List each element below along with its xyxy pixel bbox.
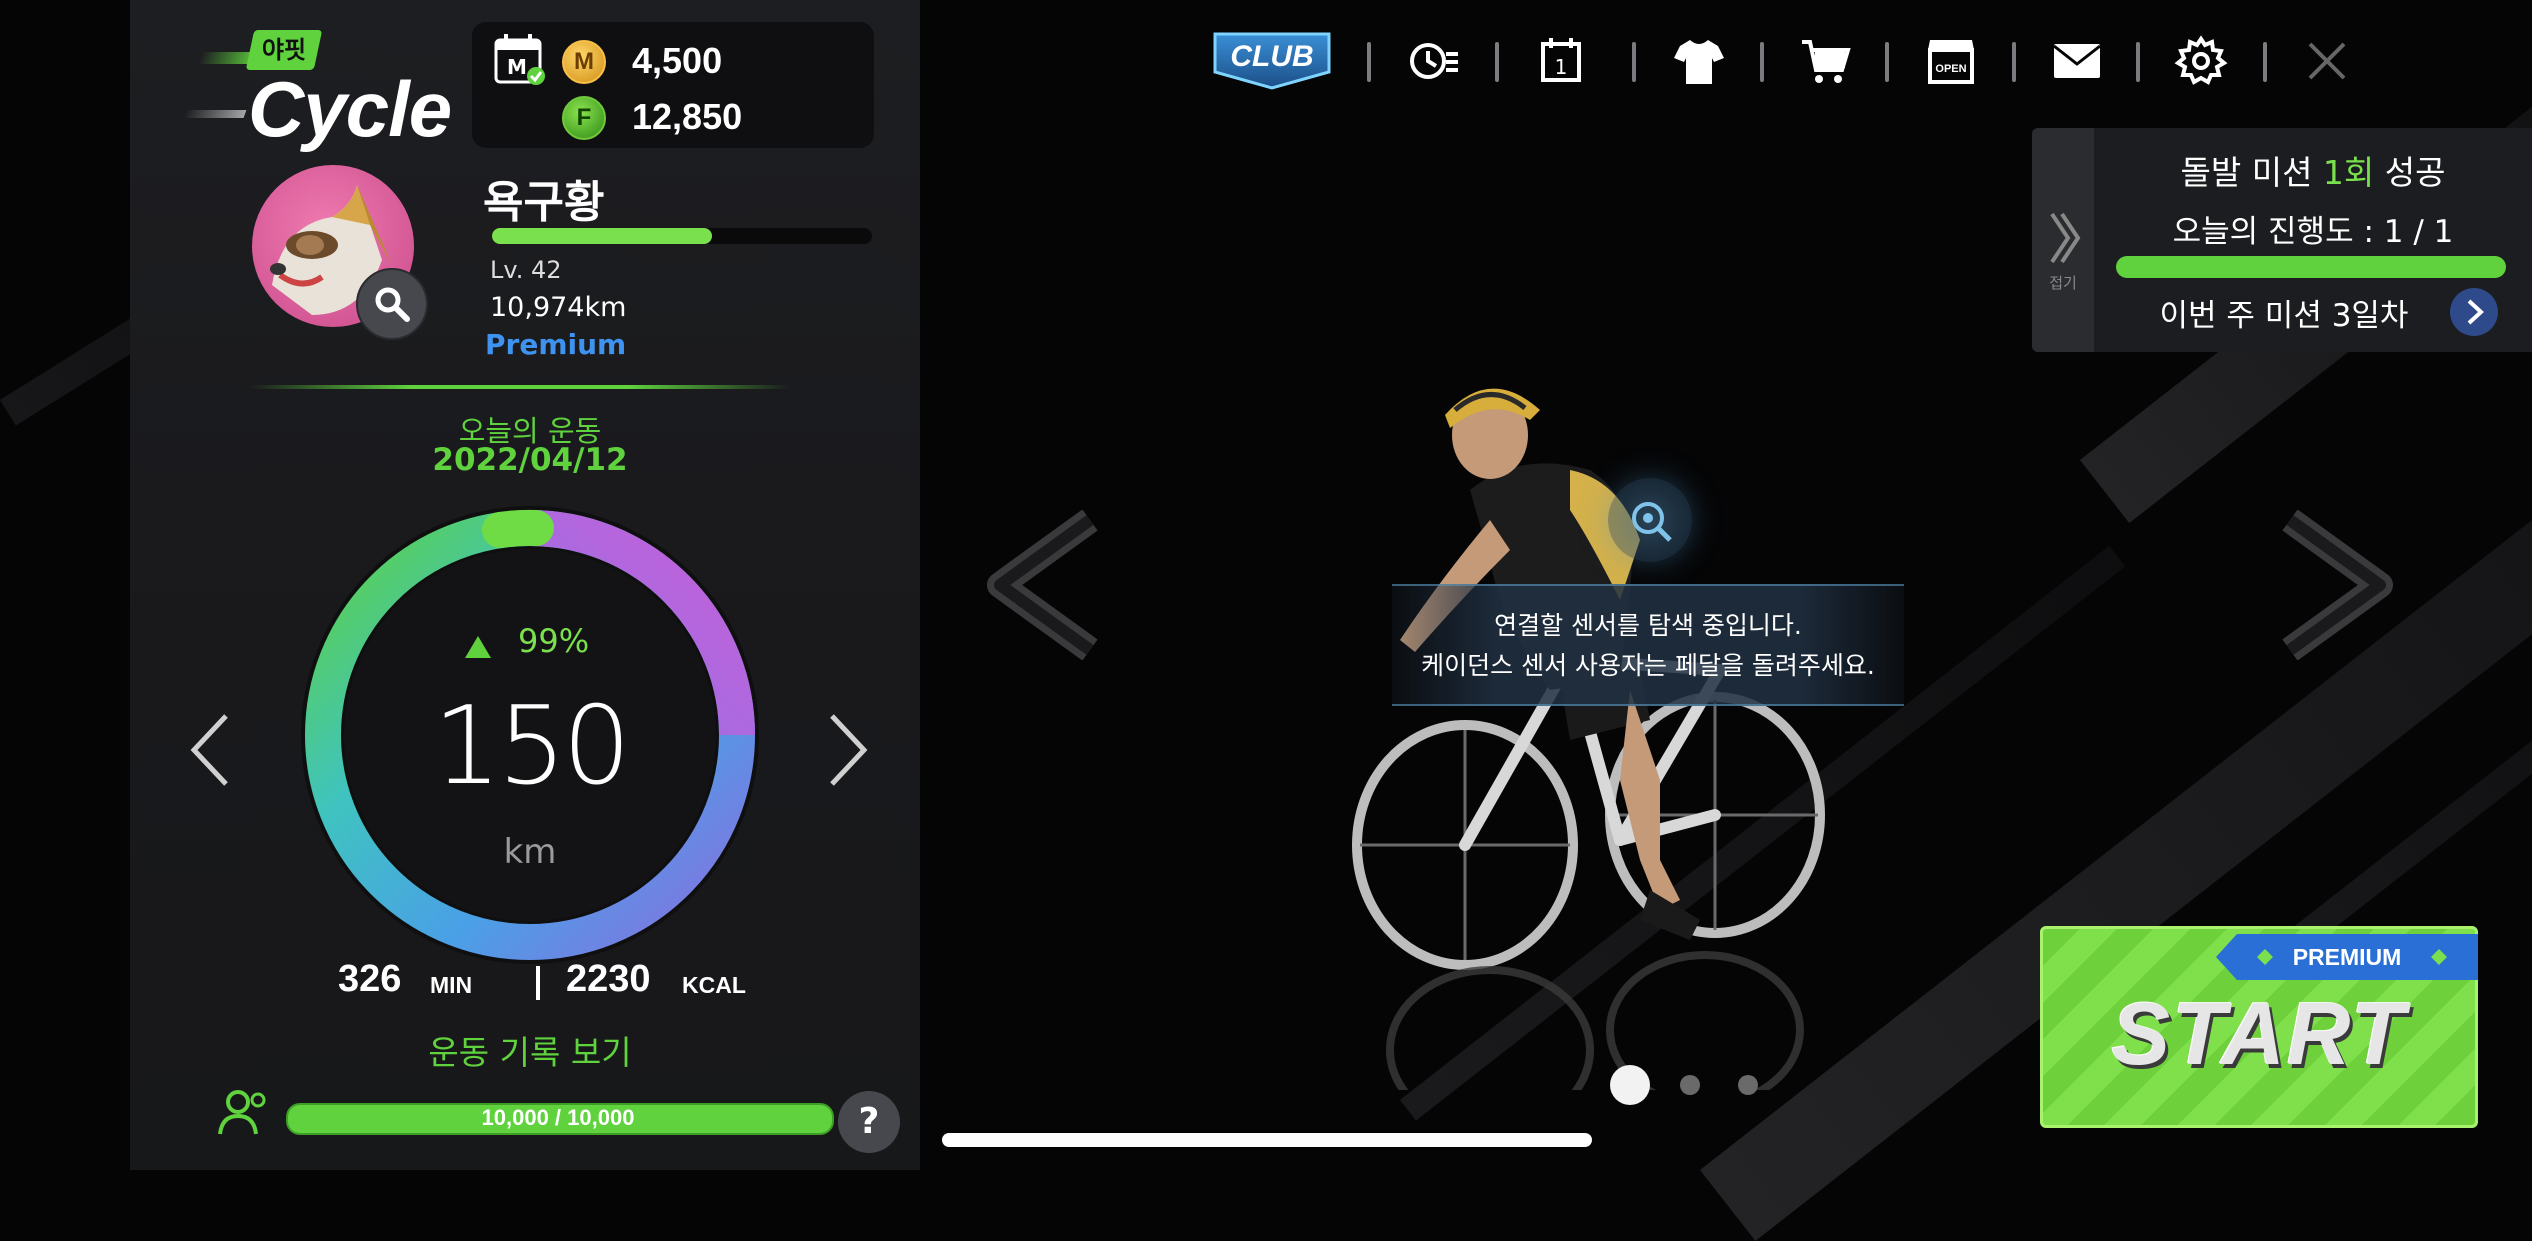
sensor-message-line1: 연결할 센서를 탐색 중입니다. (1494, 611, 1802, 640)
logo-streak (183, 110, 247, 118)
today-distance-unit: km (503, 832, 557, 872)
nav-separator (1632, 42, 1636, 82)
mail-icon[interactable] (2050, 34, 2104, 88)
workout-kcal-unit: KCAL (682, 972, 746, 998)
stat-separator (536, 966, 540, 1000)
club-button[interactable]: CLUB (1207, 30, 1337, 92)
gear-icon[interactable] (2174, 34, 2228, 88)
search-icon (375, 287, 410, 322)
mission-fold-button[interactable]: 접기 (2032, 128, 2094, 352)
user-energy-icon (218, 1090, 266, 1135)
nav-separator (1367, 42, 1371, 82)
shop-open-label: OPEN (1935, 63, 1966, 75)
cart-icon[interactable] (1798, 34, 1852, 88)
previous-bike-chevron-icon[interactable] (980, 510, 1110, 660)
membership-label: Premium (485, 328, 627, 361)
calendar-icon[interactable]: 1 (1534, 34, 1588, 88)
mission-progress-text: 오늘의 진행도 : 1 / 1 (2172, 214, 2454, 250)
attendance-calendar-icon[interactable]: M (492, 32, 548, 88)
mission-title-suffix: 성공 (2374, 153, 2446, 192)
sensor-search-toast: 연결할 센서를 탐색 중입니다. 케이던스 센서 사용자는 페달을 돌려주세요. (1392, 584, 1904, 706)
mission-progress-bar (2116, 256, 2506, 278)
chevron-left-icon[interactable] (186, 712, 234, 788)
m-coin-value: 4,500 (632, 40, 723, 81)
nav-separator (1760, 42, 1764, 82)
premium-badge: PREMIUM (2216, 934, 2478, 980)
diamond-icon (2431, 949, 2447, 965)
help-button[interactable]: ? (838, 1091, 900, 1153)
nav-separator (1885, 42, 1889, 82)
f-coin-value: 12,850 (632, 96, 743, 137)
mission-title: 돌발 미션 1회 성공 (2094, 146, 2532, 194)
sensor-search-icon (1608, 478, 1692, 562)
sensor-message-line2: 케이던스 센서 사용자는 페달을 돌려주세요. (1421, 651, 1875, 680)
xp-bar (492, 228, 872, 244)
double-chevron-icon (2050, 212, 2081, 264)
change-percentage-value: 99% (518, 622, 590, 660)
page-dot[interactable] (1738, 1075, 1758, 1095)
chevron-right-icon[interactable] (824, 712, 872, 788)
cyclist-avatar (1352, 388, 1825, 1090)
nav-separator (2136, 42, 2140, 82)
currency-box: M M 4,500 F 12,850 (472, 22, 874, 148)
chevron-right-icon (2467, 299, 2484, 325)
today-distance-value: 150 (432, 684, 631, 809)
total-distance: 10,974km (490, 292, 627, 323)
divider (250, 385, 790, 389)
mission-title-count: 1회 (2322, 153, 2375, 192)
m-coin-icon: M (562, 40, 606, 84)
app-logo: Cycle (248, 65, 452, 153)
energy-value: 10,000 / 10,000 (481, 1105, 635, 1130)
workout-minutes-value: 326 (338, 958, 402, 1000)
nav-separator (2012, 42, 2016, 82)
today-workout-date: 2022/04/12 (432, 442, 628, 478)
close-icon[interactable] (2300, 34, 2354, 88)
sensor-icon (1632, 502, 1672, 542)
page-dot[interactable] (1610, 1065, 1650, 1105)
workout-history-link[interactable]: 운동 기록 보기 (330, 1026, 730, 1074)
mission-week-text: 이번 주 미션 3일차 (2159, 298, 2409, 334)
level-label: Lv. 42 (490, 256, 562, 284)
nav-separator (2263, 42, 2267, 82)
svg-text:M: M (507, 55, 527, 79)
username: 욕구황 (483, 177, 605, 228)
home-indicator[interactable] (942, 1133, 1592, 1147)
nav-separator (1495, 42, 1499, 82)
mission-title-prefix: 돌발 미션 (2180, 153, 2323, 192)
workout-minutes-unit: MIN (430, 972, 473, 998)
page-dot[interactable] (1680, 1075, 1700, 1095)
change-percentage: 99% (470, 622, 630, 660)
club-label: CLUB (1230, 40, 1313, 73)
mission-panel: 접기 돌발 미션 1회 성공 오늘의 진행도 : 1 / 1 이번 주 미션 3… (2032, 128, 2532, 352)
history-icon[interactable] (1406, 34, 1460, 88)
workout-kcal-value: 2230 (566, 958, 651, 1000)
mission-fold-label: 접기 (2049, 274, 2077, 292)
profile-search-button[interactable] (356, 268, 428, 340)
start-label: START (2111, 984, 2407, 1083)
f-coin-icon: F (562, 96, 606, 140)
calendar-day: 1 (1555, 55, 1568, 79)
shirt-icon[interactable] (1672, 34, 1726, 88)
xp-bar-fill (492, 228, 713, 244)
club-icon: CLUB (1213, 32, 1331, 90)
next-bike-chevron-icon[interactable] (2270, 510, 2400, 660)
shop-icon[interactable]: OPEN (1924, 34, 1978, 88)
mission-detail-button[interactable] (2450, 288, 2498, 336)
